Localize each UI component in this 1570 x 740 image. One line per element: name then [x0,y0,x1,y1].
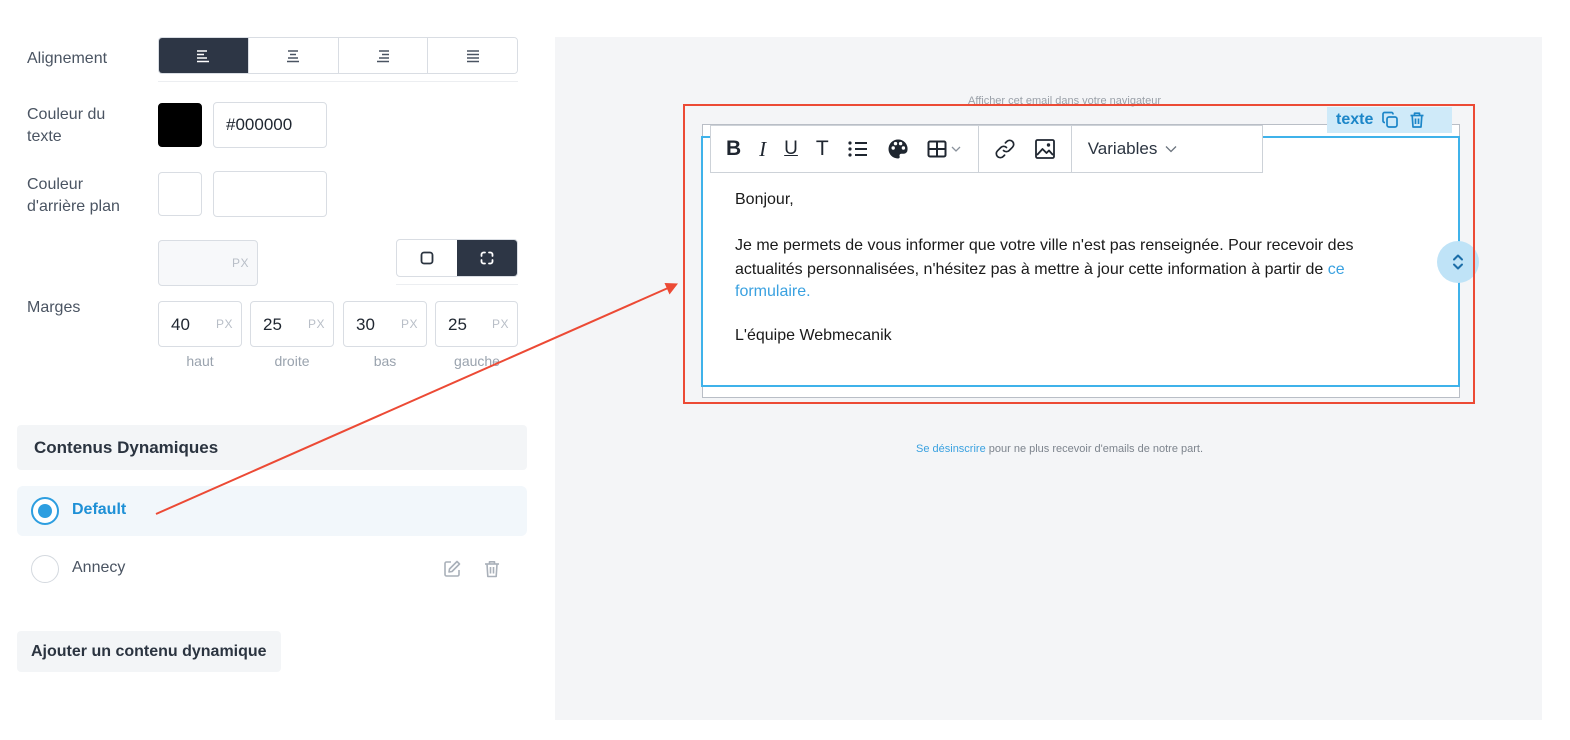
toggle-divider [396,284,518,285]
unsubscribe-link[interactable]: Se désinscrire [916,443,986,455]
align-justify-icon [466,49,479,62]
margin-bottom-input[interactable]: 30 PX [343,301,427,347]
trash-icon[interactable] [481,558,503,580]
align-left-icon [197,49,210,62]
margin-bottom-label: bas [373,353,397,369]
text-color-label-line1: Couleur du [27,106,106,123]
margin-left-input[interactable]: 25 PX [435,301,518,347]
margin-bottom-value: 30 [356,315,375,334]
text-color-label: Couleur du texte [27,104,105,148]
add-dynamic-content-button[interactable]: Ajouter un contenu dynamique [17,631,281,672]
margin-separate-button[interactable] [457,240,517,276]
bg-color-swatch[interactable] [158,172,202,216]
margin-left-value: 25 [448,315,467,334]
margin-top-input[interactable]: 40 PX [158,301,242,347]
radio-default[interactable] [31,497,59,525]
margin-left-unit: PX [491,317,509,331]
alignment-divider [158,81,518,82]
margin-right-value: 25 [263,315,282,334]
dynamic-content-header: Contenus Dynamiques [17,425,527,470]
square-icon [420,251,434,265]
margin-all-input[interactable]: PX [158,240,258,286]
corners-icon [480,251,494,265]
margin-right-input[interactable]: 25 PX [250,301,334,347]
margin-left-label: gauche [454,353,500,369]
dynamic-item-annecy-label: Annecy [72,559,126,576]
bg-color-label-line2: d'arrière plan [27,198,120,215]
radio-annecy[interactable] [31,555,59,583]
bg-color-input[interactable] [213,171,327,217]
dynamic-item-annecy[interactable]: Annecy [17,544,527,594]
margin-all-unit: PX [231,256,249,270]
align-left-button[interactable] [159,38,249,73]
margin-right-unit: PX [307,317,325,331]
dynamic-item-default[interactable]: Default [17,486,527,536]
margin-bottom-unit: PX [400,317,418,331]
text-color-label-line2: texte [27,128,62,145]
align-right-button[interactable] [338,38,429,73]
edit-icon[interactable] [441,558,463,580]
align-right-icon [376,49,389,62]
align-justify-button[interactable] [428,38,517,73]
unsubscribe-line: Se désinscrire pour ne plus recevoir d'e… [916,443,1203,455]
bg-color-label-line1: Couleur [27,176,84,193]
margin-top-value: 40 [171,315,190,334]
margin-top-unit: PX [215,317,233,331]
text-color-input[interactable]: #000000 [213,102,327,148]
margin-right-label: droite [274,353,310,369]
margin-mode-toggle [396,239,518,277]
highlight-box [683,104,1475,404]
alignment-buttons [158,37,518,74]
align-center-button[interactable] [248,38,339,73]
text-color-swatch[interactable] [158,103,202,147]
margin-uniform-button[interactable] [397,240,457,276]
align-center-icon [287,49,300,62]
unsubscribe-text: pour ne plus recevoir d'emails de notre … [985,443,1204,455]
alignment-label: Alignement [27,50,108,67]
bg-color-label: Couleur d'arrière plan [27,174,120,218]
margins-label: Marges [27,299,81,316]
dynamic-item-default-label: Default [72,501,127,518]
margin-top-label: haut [186,353,214,369]
